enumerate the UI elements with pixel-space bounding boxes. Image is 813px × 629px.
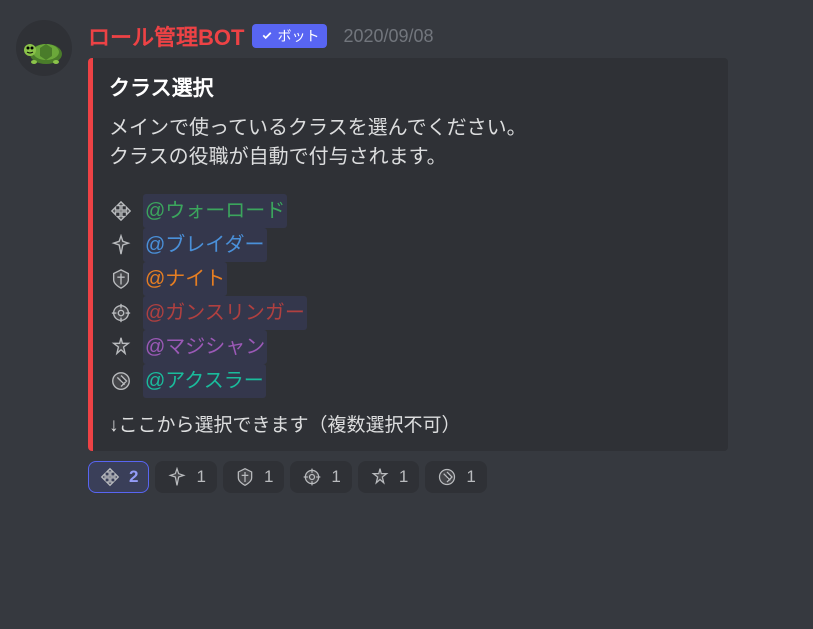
axler-icon (436, 466, 458, 488)
message-content: ロール管理BOT ボット 2020/09/08 クラス選択 メインで使っているク… (88, 20, 797, 493)
class-item: @アクスラー (109, 364, 710, 398)
reaction-count: 1 (196, 467, 205, 487)
class-item: @ガンスリンガー (109, 296, 710, 330)
reactions-row: 2 1 1 1 1 1 (88, 461, 797, 493)
embed-title: クラス選択 (109, 72, 710, 102)
magician-icon (369, 466, 391, 488)
class-mention[interactable]: @マジシャン (143, 330, 267, 364)
reaction-button[interactable]: 1 (425, 461, 486, 493)
embed-description: メインで使っているクラスを選んでください。 クラスの役職が自動で付与されます。 (109, 114, 710, 172)
turtle-icon (20, 24, 68, 72)
reaction-button[interactable]: 1 (290, 461, 351, 493)
reaction-button[interactable]: 1 (155, 461, 216, 493)
class-mention[interactable]: @ウォーロード (143, 194, 287, 228)
reaction-button[interactable]: 1 (358, 461, 419, 493)
embed-desc-line1: メインで使っているクラスを選んでください。 (109, 117, 527, 139)
avatar-column (16, 20, 88, 493)
class-mention[interactable]: @ナイト (143, 262, 227, 296)
embed-footer: ↓ここから選択できます（複数選択不可） (109, 410, 710, 437)
reaction-count: 1 (466, 467, 475, 487)
reaction-button[interactable]: 1 (223, 461, 284, 493)
gunslinger-icon (109, 301, 133, 325)
class-mention[interactable]: @アクスラー (143, 364, 266, 398)
message: ロール管理BOT ボット 2020/09/08 クラス選択 メインで使っているク… (0, 0, 813, 501)
bot-tag: ボット (252, 24, 327, 48)
warlord-icon (109, 199, 133, 223)
class-mention[interactable]: @ガンスリンガー (143, 296, 307, 330)
gunslinger-icon (301, 466, 323, 488)
embed: クラス選択 メインで使っているクラスを選んでください。 クラスの役職が自動で付与… (88, 58, 728, 451)
class-item: @ナイト (109, 262, 710, 296)
message-header: ロール管理BOT ボット 2020/09/08 (88, 20, 797, 52)
embed-desc-line2: クラスの役職が自動で付与されます。 (109, 146, 447, 168)
axler-icon (109, 369, 133, 393)
avatar[interactable] (16, 20, 72, 76)
reaction-count: 1 (331, 467, 340, 487)
class-list: @ウォーロード@ブレイダー@ナイト@ガンスリンガー@マジシャン@アクスラー (109, 194, 710, 398)
class-item: @ウォーロード (109, 194, 710, 228)
reaction-count: 1 (264, 467, 273, 487)
blader-icon (109, 233, 133, 257)
timestamp: 2020/09/08 (343, 26, 433, 47)
reaction-button[interactable]: 2 (88, 461, 149, 493)
username[interactable]: ロール管理BOT (88, 20, 244, 52)
knight-icon (234, 466, 256, 488)
class-item: @マジシャン (109, 330, 710, 364)
bot-tag-label: ボット (277, 26, 319, 46)
reaction-count: 2 (129, 467, 138, 487)
magician-icon (109, 335, 133, 359)
verified-check-icon (260, 29, 274, 43)
warlord-icon (99, 466, 121, 488)
reaction-count: 1 (399, 467, 408, 487)
blader-icon (166, 466, 188, 488)
class-item: @ブレイダー (109, 228, 710, 262)
knight-icon (109, 267, 133, 291)
class-mention[interactable]: @ブレイダー (143, 228, 267, 262)
